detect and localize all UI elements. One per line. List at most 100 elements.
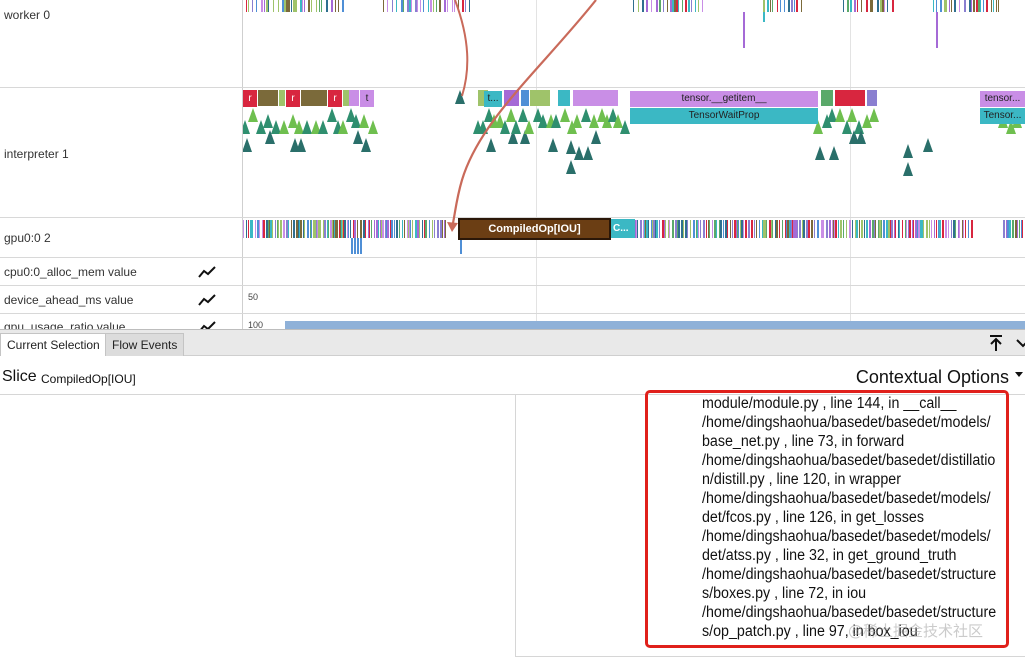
trace-slice[interactable] (417, 0, 418, 12)
instant-event-marker[interactable] (455, 90, 465, 104)
trace-slice[interactable] (320, 220, 321, 238)
trace-slice[interactable] (351, 238, 353, 254)
trace-slice[interactable] (411, 0, 412, 12)
trace-slice[interactable] (940, 0, 942, 12)
pin-to-top-icon[interactable] (987, 334, 1005, 352)
trace-slice[interactable] (875, 220, 876, 238)
trace-slice[interactable] (776, 220, 778, 238)
trace-slice[interactable] (797, 220, 798, 238)
chevron-down-icon[interactable] (1014, 334, 1025, 352)
trace-slice[interactable] (936, 0, 937, 12)
trace-slice[interactable] (445, 220, 446, 238)
trace-slice[interactable] (796, 0, 798, 12)
instant-event-marker[interactable] (353, 130, 363, 144)
trace-slice[interactable] (782, 220, 783, 238)
contextual-options-button[interactable]: Contextual Options (856, 367, 1009, 388)
instant-event-marker[interactable] (566, 160, 576, 174)
trace-slice[interactable] (452, 0, 453, 12)
trace-slice[interactable] (703, 220, 705, 238)
trace-slice[interactable] (723, 220, 724, 238)
trace-slice[interactable] (338, 0, 339, 12)
trace-slice[interactable] (272, 220, 273, 238)
trace-slice[interactable] (357, 220, 358, 238)
instant-event-marker[interactable] (263, 114, 273, 128)
trace-slice[interactable] (959, 220, 960, 238)
trace-slice[interactable] (716, 220, 717, 238)
trace-slice[interactable] (780, 0, 781, 12)
trace-slice[interactable] (929, 220, 930, 238)
trace-slice[interactable] (951, 220, 952, 238)
trace-slice[interactable] (1012, 220, 1014, 238)
trace-slice[interactable] (1009, 220, 1011, 238)
trace-slice[interactable] (248, 0, 249, 12)
trace-slice[interactable] (767, 0, 769, 12)
trace-slice[interactable] (971, 0, 972, 12)
tensor-waitprop-slice[interactable]: TensorWaitProp (630, 108, 818, 124)
trace-slice[interactable] (720, 220, 722, 238)
trace-slice[interactable] (374, 220, 375, 238)
trace-slice[interactable] (688, 0, 690, 12)
trace-slice[interactable] (324, 220, 326, 238)
trace-slice[interactable] (678, 0, 679, 12)
trace-slice[interactable] (304, 220, 305, 238)
trace-slice[interactable] (1017, 220, 1018, 238)
trace-slice[interactable] (365, 220, 366, 238)
trace-slice[interactable] (430, 0, 432, 12)
counter-chart-icon[interactable] (198, 321, 216, 329)
trace-slice[interactable] (859, 220, 860, 238)
trace-slice[interactable] (637, 220, 638, 238)
trace-slice[interactable] (751, 220, 753, 238)
trace-slice[interactable] (964, 0, 966, 12)
trace-slice[interactable] (369, 220, 370, 238)
trace-slice[interactable] (434, 220, 435, 238)
trace-slice[interactable] (678, 220, 680, 238)
trace-slice[interactable] (403, 0, 404, 12)
trace-slice[interactable] (422, 220, 423, 238)
trace-slice[interactable] (458, 0, 459, 12)
trace-slice[interactable] (869, 220, 871, 238)
instant-event-marker[interactable] (302, 120, 312, 134)
instant-event-marker[interactable] (243, 120, 250, 134)
trace-slice[interactable] (909, 220, 911, 238)
trace-slice[interactable] (392, 0, 393, 12)
trace-slice[interactable] (436, 0, 437, 12)
trace-slice[interactable] (308, 0, 310, 12)
trace-slice[interactable] (646, 0, 648, 12)
trace-slice[interactable] (852, 220, 853, 238)
trace-slice[interactable] (801, 0, 802, 12)
trace-slice[interactable] (261, 0, 263, 12)
trace-slice[interactable] (866, 0, 868, 12)
worker-lane[interactable] (243, 0, 1025, 87)
trace-slice[interactable] (971, 220, 973, 238)
trace-slice[interactable] (462, 0, 464, 12)
instant-event-marker[interactable] (368, 120, 378, 134)
instant-event-marker[interactable] (318, 120, 328, 134)
trace-slice[interactable] (667, 0, 668, 12)
trace-slice[interactable] (843, 220, 844, 238)
trace-slice[interactable] (946, 0, 947, 12)
trace-slice[interactable] (965, 220, 966, 238)
trace-slice[interactable] (899, 220, 900, 238)
trace-slice[interactable] (648, 220, 649, 238)
trace-slice[interactable] (934, 220, 935, 238)
trace-slice[interactable] (829, 220, 831, 238)
trace-slice[interactable] (672, 220, 674, 238)
trace-slice[interactable] (732, 220, 733, 238)
trace-slice[interactable] (872, 0, 873, 12)
slice-label[interactable]: t (360, 91, 374, 107)
slice-label[interactable]: r (286, 91, 300, 107)
trace-slice[interactable] (942, 220, 944, 238)
instant-event-marker[interactable] (548, 138, 558, 152)
trace-slice[interactable] (419, 220, 420, 238)
trace-slice[interactable] (702, 0, 703, 12)
instant-event-marker[interactable] (560, 108, 570, 122)
trace-slice[interactable] (926, 220, 928, 238)
trace-slice[interactable] (460, 238, 462, 254)
trace-slice[interactable] (429, 220, 430, 238)
trace-slice[interactable] (659, 0, 661, 12)
trace-slice[interactable] (396, 220, 398, 238)
instant-event-marker[interactable] (903, 144, 913, 158)
trace-slice[interactable] (357, 238, 359, 254)
tab-current-selection[interactable]: Current Selection (0, 333, 107, 357)
trace-slice[interactable] (884, 0, 885, 12)
